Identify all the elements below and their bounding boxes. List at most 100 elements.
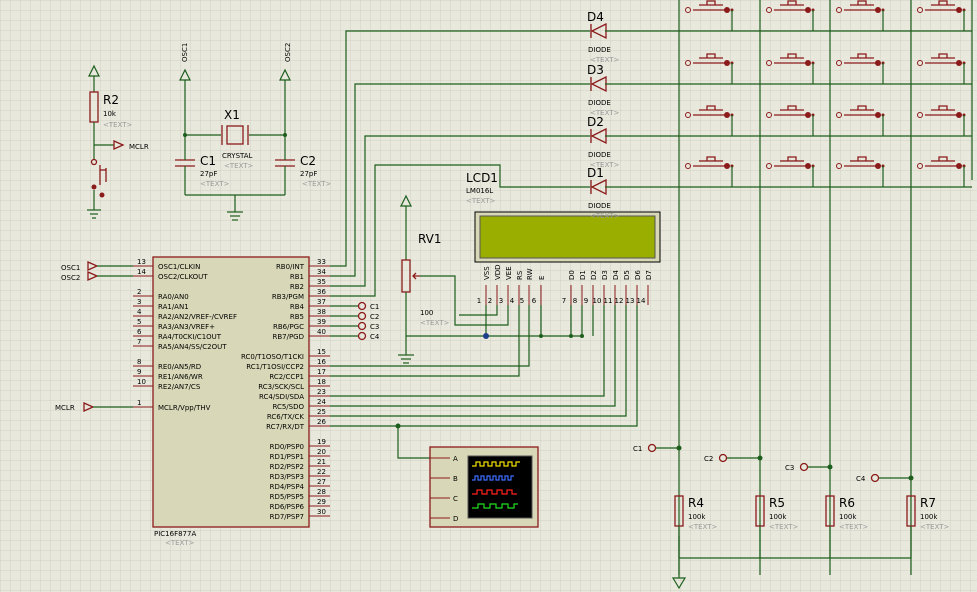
mcu-pin-name: RD4/PSP4 — [270, 483, 305, 491]
col-c2-label: C2 — [704, 455, 713, 463]
pic16f877a-chip[interactable]: 13 OSC1/CLKIN 14 OSC2/CLKOUT 2 RA0/AN0 3 RA1/AN… — [133, 256, 330, 547]
lcd-pin-name: D3 — [601, 270, 609, 280]
mcu-pin-number: 34 — [317, 268, 326, 276]
lcd-pin-name: D5 — [623, 270, 631, 280]
mcu-pin-name: RB1 — [290, 273, 304, 281]
mcu-pin-number: 15 — [317, 348, 326, 356]
c1cap-text: <TEXT> — [200, 180, 230, 188]
resistor-text: <TEXT> — [688, 523, 718, 531]
mcu-pin-number: 36 — [317, 288, 326, 296]
mcu-pin-name: OSC1/CLKIN — [158, 263, 200, 271]
lcd-pin-number: 10 — [593, 297, 602, 305]
diode-value: DIODE — [588, 46, 611, 54]
mcu-pin-number: 2 — [137, 288, 141, 296]
lcd-pin-name: RW — [526, 268, 534, 280]
mcu-pin-number: 7 — [137, 338, 141, 346]
x1-ref: X1 — [224, 108, 240, 122]
lcd-pin-number: 5 — [520, 297, 524, 305]
mcu-pin-name: RD6/PSP6 — [270, 503, 305, 511]
c2cap-text: <TEXT> — [302, 180, 332, 188]
lcd-pin-number: 12 — [615, 297, 624, 305]
resistor-ref: R6 — [839, 496, 855, 510]
mcu-pin-number: 20 — [317, 448, 326, 456]
mcu-pin-name: MCLR/Vpp/THV — [158, 404, 211, 412]
lcd-model: LM016L — [466, 187, 493, 195]
mcu-pin-number: 23 — [317, 388, 326, 396]
mcu-pin-number: 24 — [317, 398, 326, 406]
diode-ref: D3 — [587, 63, 604, 77]
mcu-pin-number: 4 — [137, 308, 142, 316]
col-c3-label: C3 — [785, 464, 794, 472]
mcu-pin-number: 3 — [137, 298, 141, 306]
lcd-text: <TEXT> — [466, 197, 496, 205]
c1cap-ref: C1 — [200, 154, 216, 168]
c2cap-ref: C2 — [300, 154, 316, 168]
mcu-pin-number: 25 — [317, 408, 326, 416]
mcu-pin-number: 33 — [317, 258, 326, 266]
mcu-pin-name: RC4/SDI/SDA — [259, 393, 304, 401]
mcu-pin-number: 13 — [137, 258, 146, 266]
mcu-pin-number: 19 — [317, 438, 326, 446]
diode-value: DIODE — [588, 99, 611, 107]
lcd-screen — [479, 215, 656, 259]
mcu-pin-name: RC5/SDO — [272, 403, 304, 411]
resistor-value: 100k — [920, 513, 938, 521]
osc1-top-label: OSC1 — [181, 43, 189, 62]
x1-value: CRYSTAL — [222, 152, 253, 160]
mcu-pin-name: RA2/AN2/VREF-/CVREF — [158, 313, 237, 321]
lcd-pin-name: D2 — [590, 270, 598, 280]
oscilloscope[interactable]: A B C D — [429, 446, 539, 528]
c1cap-value: 27pF — [200, 170, 217, 178]
mcu-pin-name: RB7/PGD — [272, 333, 304, 341]
mclr-r2-label: MCLR — [129, 143, 149, 151]
lcd-ref: LCD1 — [466, 171, 498, 185]
mcu-ref-text: <TEXT> — [165, 539, 195, 547]
lcd-pin-name: VDD — [494, 264, 502, 280]
rv1-ref: RV1 — [418, 232, 442, 246]
mcu-pin-name: RB2 — [290, 283, 304, 291]
resistor-ref: R7 — [920, 496, 936, 510]
mcu-pin-name: RB5 — [290, 313, 304, 321]
lcd-pin-number: 2 — [488, 297, 492, 305]
mcu-pin-number: 9 — [137, 368, 141, 376]
mcu-pin-number: 14 — [137, 268, 146, 276]
mcu-pin-name: RC7/RX/DT — [266, 423, 305, 431]
lcd-pin-number: 8 — [573, 297, 577, 305]
mcu-pin-name: RD7/PSP7 — [270, 513, 304, 521]
resistor-value: 100k — [688, 513, 706, 521]
mcu-pin-name: RA5/AN4/SS/C2OUT — [158, 343, 227, 351]
diode-ref: D1 — [587, 166, 604, 180]
mcu-pin-name: RD0/PSP0 — [270, 443, 304, 451]
scope-channel-label: C — [453, 495, 458, 503]
lcd-pin-number: 3 — [499, 297, 503, 305]
mcu-pin-name: RD2/PSP2 — [270, 463, 304, 471]
lcd-pin-number: 13 — [626, 297, 635, 305]
mcu-pin-number: 10 — [137, 378, 146, 386]
r2-text: <TEXT> — [103, 121, 133, 129]
scope-channel-label: B — [453, 475, 458, 483]
c2cap-value: 27pF — [300, 170, 317, 178]
resistor-text: <TEXT> — [769, 523, 799, 531]
scope-channel-label: D — [453, 515, 458, 523]
mcu-pin-number: 28 — [317, 488, 326, 496]
mcu-pin-number: 18 — [317, 378, 326, 386]
mcu-pin-name: RA1/AN1 — [158, 303, 189, 311]
lcd-pin-name: D0 — [568, 270, 576, 280]
lcd-pin-name: D4 — [612, 270, 620, 280]
mcu-pin-number: 6 — [137, 328, 142, 336]
resistor-ref: R5 — [769, 496, 785, 510]
mcu-pin-name: RE0/AN5/RD — [158, 363, 201, 371]
mcu-pin-number: 5 — [137, 318, 141, 326]
lcd-pin-name: VSS — [483, 266, 491, 280]
diode-value: DIODE — [588, 202, 611, 210]
lcd-pin-number: 9 — [584, 297, 588, 305]
r2-ref: R2 — [103, 93, 119, 107]
mcu-pin-name: RC2/CCP1 — [269, 373, 304, 381]
mcu-pin-name: RA0/AN0 — [158, 293, 189, 301]
resistor-value: 100k — [769, 513, 787, 521]
mcu-pin-number: 17 — [317, 368, 326, 376]
mcu-pin-name: RE1/AN6/WR — [158, 373, 203, 381]
mcu-pin-name: RC0/T1OSO/T1CKI — [241, 353, 304, 361]
mcu-pin-name: OSC2/CLKOUT — [158, 273, 208, 281]
lcd-pin-name: D7 — [645, 270, 653, 280]
